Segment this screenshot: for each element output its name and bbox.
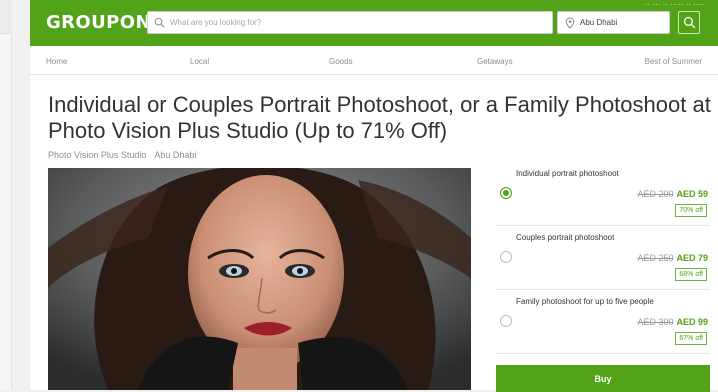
- deal-photo[interactable]: [48, 168, 471, 390]
- browser-side-panel: [0, 0, 12, 390]
- option-radio[interactable]: [500, 187, 512, 199]
- location-pin-icon: [565, 17, 575, 29]
- site-header: GROUPON ·· ··· ·· ····· ·· ···· Abu Dhab…: [30, 0, 718, 46]
- merchant-name[interactable]: Photo Vision Plus Studio: [48, 150, 146, 160]
- search-box[interactable]: [147, 11, 553, 34]
- merchant-city: Abu Dhabi: [154, 150, 197, 160]
- search-icon: [154, 17, 165, 28]
- groupon-logo[interactable]: GROUPON: [46, 12, 151, 33]
- merchant-line: Photo Vision Plus Studio Abu Dhabi: [48, 150, 196, 160]
- option-prices: AED 250 AED 79: [637, 253, 708, 263]
- header-utility-links: ·· ··· ·· ····· ·· ····: [644, 0, 704, 9]
- location-text: Abu Dhabi: [580, 18, 618, 27]
- deal-price: AED 99: [676, 317, 708, 327]
- option-individual[interactable]: Individual portrait photoshoot AED 200 AE…: [496, 162, 710, 226]
- original-price: AED 250: [637, 253, 674, 263]
- nav-local[interactable]: Local: [190, 57, 209, 66]
- option-family[interactable]: Family photoshoot for up to five people …: [496, 290, 710, 354]
- deal-price: AED 59: [676, 189, 708, 199]
- deal-page: GROUPON ·· ··· ·· ····· ·· ···· Abu Dhab…: [30, 0, 718, 392]
- search-icon: [683, 16, 696, 29]
- nav-best-of-summer[interactable]: Best of Summer: [645, 57, 702, 66]
- discount-badge: 68% off: [675, 268, 707, 281]
- nav-home[interactable]: Home: [46, 57, 67, 66]
- side-panel-tab[interactable]: [0, 0, 12, 34]
- discount-badge: 70% off: [675, 204, 707, 217]
- nav-goods[interactable]: Goods: [329, 57, 353, 66]
- category-nav: Home Local Goods Getaways Best of Summer: [30, 47, 718, 75]
- location-picker[interactable]: Abu Dhabi: [557, 11, 670, 34]
- option-name: Individual portrait photoshoot: [516, 169, 619, 178]
- option-prices: AED 200 AED 59: [637, 189, 708, 199]
- buy-button[interactable]: Buy: [496, 365, 710, 392]
- portrait-image: [48, 168, 471, 390]
- deal-price: AED 79: [676, 253, 708, 263]
- option-radio[interactable]: [500, 251, 512, 263]
- original-price: AED 200: [637, 189, 674, 199]
- option-name: Couples portrait photoshoot: [516, 233, 615, 242]
- search-submit-button[interactable]: [678, 11, 700, 34]
- option-radio[interactable]: [500, 315, 512, 327]
- nav-getaways[interactable]: Getaways: [477, 57, 513, 66]
- option-name: Family photoshoot for up to five people: [516, 297, 654, 306]
- search-input[interactable]: [170, 13, 540, 32]
- option-prices: AED 300 AED 99: [637, 317, 708, 327]
- original-price: AED 300: [637, 317, 674, 327]
- deal-title: Individual or Couples Portrait Photoshoo…: [48, 92, 711, 143]
- option-couples[interactable]: Couples portrait photoshoot AED 250 AED 7…: [496, 226, 710, 290]
- discount-badge: 67% off: [675, 332, 707, 345]
- deal-options: Individual portrait photoshoot AED 200 AE…: [496, 162, 710, 354]
